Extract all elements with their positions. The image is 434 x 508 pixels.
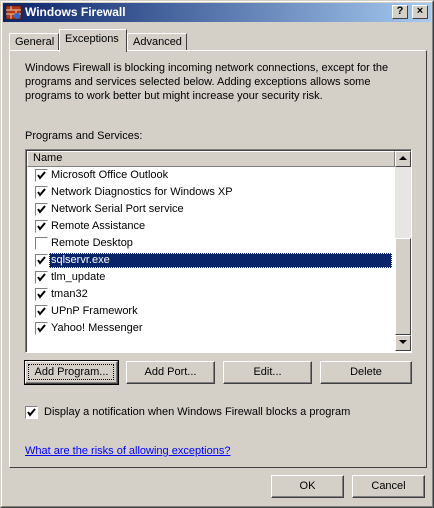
check-mark-icon — [37, 205, 46, 214]
item-checkbox[interactable] — [35, 288, 48, 301]
add-port-label: Add Port... — [144, 366, 197, 378]
risks-help-link[interactable]: What are the risks of allowing exception… — [25, 445, 230, 457]
delete-button[interactable]: Delete — [320, 361, 412, 384]
item-label: tman32 — [51, 288, 88, 300]
item-label: sqlservr.exe — [49, 253, 392, 268]
item-checkbox[interactable] — [35, 305, 48, 318]
notify-checkbox[interactable] — [25, 406, 38, 419]
cancel-button[interactable]: Cancel — [352, 475, 425, 498]
programs-services-label: Programs and Services: — [25, 130, 143, 142]
list-rows: Microsoft Office Outlook Network Diagnost… — [27, 167, 395, 337]
programs-list[interactable]: Name Microsoft Office Outlook Network Dia… — [25, 149, 412, 353]
tab-general[interactable]: General — [9, 33, 59, 51]
vertical-scrollbar[interactable] — [395, 151, 411, 351]
list-item[interactable]: Microsoft Office Outlook — [27, 167, 395, 184]
item-checkbox[interactable] — [35, 271, 48, 284]
list-item[interactable]: Remote Assistance — [27, 218, 395, 235]
list-item[interactable]: tlm_update — [27, 269, 395, 286]
list-item[interactable]: UPnP Framework — [27, 303, 395, 320]
edit-label: Edit... — [253, 366, 282, 378]
tab-exceptions[interactable]: Exceptions — [59, 29, 127, 52]
item-checkbox[interactable] — [35, 203, 48, 216]
add-port-button[interactable]: Add Port... — [126, 361, 215, 384]
scroll-down-button[interactable] — [395, 335, 411, 351]
check-mark-icon — [37, 290, 46, 299]
tab-advanced[interactable]: Advanced — [127, 33, 187, 51]
check-mark-icon — [37, 188, 46, 197]
help-button[interactable]: ? — [392, 5, 408, 19]
arrow-down-icon — [399, 340, 407, 344]
item-checkbox[interactable] — [35, 186, 48, 199]
item-checkbox[interactable] — [35, 169, 48, 182]
title-bar[interactable]: Windows Firewall ? × — [3, 3, 431, 22]
check-mark-icon — [37, 222, 46, 231]
list-item[interactable]: Network Serial Port service — [27, 201, 395, 218]
firewall-brick-icon — [6, 5, 21, 20]
list-item[interactable]: Remote Desktop — [27, 235, 395, 252]
list-item[interactable]: tman32 — [27, 286, 395, 303]
check-mark-icon — [37, 273, 46, 282]
check-mark-icon — [37, 307, 46, 316]
check-mark-icon — [27, 408, 36, 417]
item-label: tlm_update — [51, 271, 106, 283]
check-mark-icon — [37, 324, 46, 333]
cancel-label: Cancel — [371, 480, 406, 492]
window-title: Windows Firewall — [25, 5, 126, 19]
name-column-header[interactable]: Name — [27, 151, 395, 167]
edit-button[interactable]: Edit... — [223, 361, 312, 384]
check-mark-icon — [37, 256, 46, 265]
check-mark-icon — [37, 171, 46, 180]
item-checkbox[interactable] — [35, 322, 48, 335]
list-item[interactable]: Yahoo! Messenger — [27, 320, 395, 337]
item-checkbox[interactable] — [35, 237, 48, 250]
firewall-window: Windows Firewall ? × General Exceptions … — [0, 0, 434, 508]
ok-button[interactable]: OK — [271, 475, 344, 498]
item-checkbox[interactable] — [35, 220, 48, 233]
notify-label: Display a notification when Windows Fire… — [44, 406, 351, 418]
scroll-thumb[interactable] — [395, 238, 411, 335]
exceptions-description: Windows Firewall is blocking incoming ne… — [25, 62, 389, 102]
list-item[interactable]: Network Diagnostics for Windows XP — [27, 184, 395, 201]
close-button[interactable]: × — [412, 5, 428, 19]
item-label: Remote Assistance — [51, 220, 146, 232]
add-program-label: Add Program... — [34, 366, 109, 378]
scroll-up-button[interactable] — [395, 151, 411, 167]
list-item[interactable]: sqlservr.exe — [27, 252, 395, 269]
arrow-up-icon — [399, 156, 407, 160]
exceptions-panel: Windows Firewall is blocking incoming ne… — [9, 50, 427, 468]
delete-label: Delete — [350, 366, 382, 378]
item-checkbox[interactable] — [35, 254, 48, 267]
item-label: Remote Desktop — [51, 237, 133, 249]
ok-label: OK — [299, 480, 316, 492]
add-program-button[interactable]: Add Program... — [24, 360, 119, 385]
list-frame: Name Microsoft Office Outlook Network Dia… — [26, 150, 411, 352]
item-label: Microsoft Office Outlook — [51, 169, 169, 181]
item-label: UPnP Framework — [51, 305, 138, 317]
item-label: Network Diagnostics for Windows XP — [51, 186, 233, 198]
item-label: Yahoo! Messenger — [51, 322, 143, 334]
item-label: Network Serial Port service — [51, 203, 184, 215]
